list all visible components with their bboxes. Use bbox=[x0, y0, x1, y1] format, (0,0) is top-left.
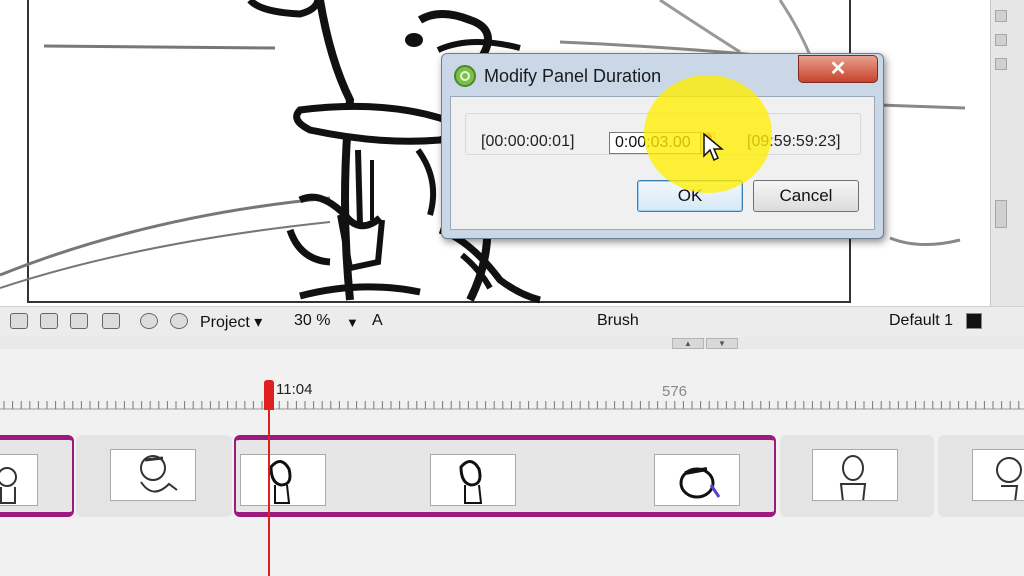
view-toolbar: Project ▾ 30 % ▼ A Brush Default 1 bbox=[0, 306, 1024, 338]
rotate-view-icon[interactable] bbox=[140, 313, 158, 329]
scroll-thumb[interactable] bbox=[995, 58, 1007, 70]
timeline-panel[interactable] bbox=[0, 349, 1024, 576]
panel-thumbnail[interactable] bbox=[110, 449, 196, 501]
scroll-up-button[interactable] bbox=[995, 10, 1007, 22]
safe-area-icon[interactable] bbox=[102, 313, 120, 329]
right-scroll-panel[interactable] bbox=[990, 0, 1024, 306]
reset-view-icon[interactable] bbox=[10, 313, 28, 329]
dialog-title: Modify Panel Duration bbox=[484, 66, 662, 86]
playhead-handle[interactable] bbox=[264, 380, 274, 410]
panel-thumbnail[interactable] bbox=[812, 449, 898, 501]
app-icon bbox=[454, 65, 476, 87]
current-color-label: Default 1 bbox=[889, 312, 954, 329]
frame-marker-label: 576 bbox=[662, 383, 688, 400]
camera-view-icon[interactable] bbox=[70, 313, 88, 329]
chevron-down-icon: ▾ bbox=[249, 314, 263, 331]
panel-thumbnail[interactable] bbox=[0, 454, 38, 506]
flip-view-icon[interactable] bbox=[170, 313, 188, 329]
collapse-up-icon[interactable]: ▲ bbox=[672, 338, 704, 349]
panel-thumbnail-current[interactable] bbox=[240, 454, 326, 506]
scroll-down-button[interactable] bbox=[995, 34, 1007, 46]
color-swatch[interactable] bbox=[966, 313, 982, 329]
zoom-suffix: A bbox=[372, 312, 383, 329]
zoom-level[interactable]: 30 % bbox=[294, 312, 330, 330]
close-button[interactable]: ✕ bbox=[798, 55, 878, 83]
scene-clip[interactable] bbox=[76, 435, 232, 517]
panel-thumbnail[interactable] bbox=[654, 454, 740, 506]
zoom-dropdown-arrow-icon[interactable]: ▼ bbox=[346, 315, 359, 330]
scene-clip-selected[interactable] bbox=[234, 435, 776, 517]
close-icon: ✕ bbox=[829, 58, 847, 80]
fit-view-icon[interactable] bbox=[40, 313, 58, 329]
current-tool-label: Brush bbox=[597, 312, 639, 329]
playhead-time: 11:04 bbox=[276, 381, 313, 398]
min-duration-label: [00:00:00:01] bbox=[481, 133, 575, 150]
scene-clip[interactable] bbox=[938, 435, 1024, 517]
panel-thumbnail[interactable] bbox=[430, 454, 516, 506]
view-mode-dropdown[interactable]: Project ▾ bbox=[200, 312, 262, 332]
panel-splitter[interactable]: ▲ ▼ bbox=[0, 337, 1024, 349]
scene-clip[interactable] bbox=[0, 435, 74, 517]
cancel-button[interactable]: Cancel bbox=[753, 180, 859, 212]
collapse-down-icon[interactable]: ▼ bbox=[706, 338, 738, 349]
panel-toggle-button[interactable] bbox=[995, 200, 1007, 228]
scene-clip[interactable] bbox=[780, 435, 934, 517]
panel-thumbnail[interactable] bbox=[972, 449, 1024, 501]
mouse-pointer-icon bbox=[703, 132, 724, 162]
timeline-ruler[interactable] bbox=[0, 349, 1024, 417]
